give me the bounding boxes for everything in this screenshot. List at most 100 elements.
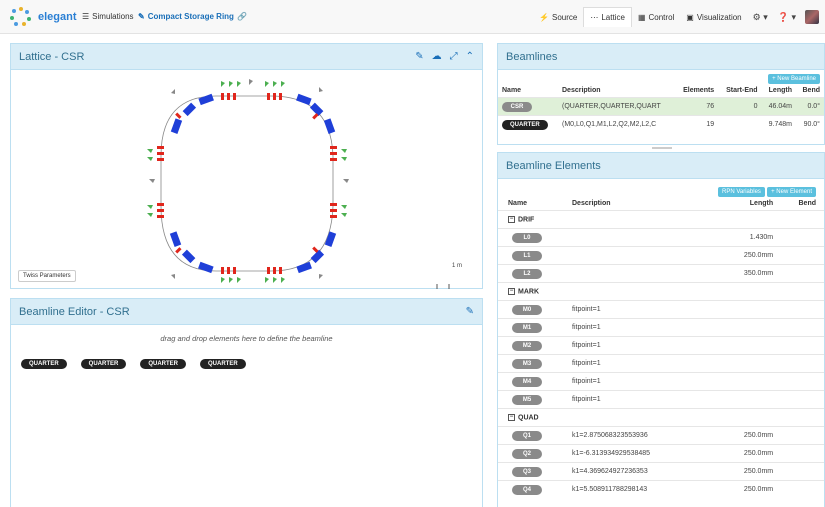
column-header[interactable]: Length bbox=[718, 197, 777, 211]
column-header[interactable]: Start-End bbox=[718, 84, 761, 98]
column-header[interactable]: Length bbox=[762, 84, 796, 98]
beamline-item[interactable]: QUARTER bbox=[21, 359, 67, 369]
element-name[interactable]: Q1 bbox=[512, 430, 542, 441]
quad bbox=[330, 152, 337, 155]
quad bbox=[175, 112, 182, 119]
tab-control[interactable]: ▦ Control bbox=[632, 7, 680, 27]
table-row[interactable]: M4 fitpoint=1 bbox=[498, 372, 824, 391]
beamline-editor-header: Beamline Editor - CSR ✎ bbox=[11, 299, 482, 325]
tab-source[interactable]: ⚡ Source bbox=[533, 7, 583, 27]
new-element-button[interactable]: + New Element bbox=[767, 187, 816, 197]
table-row[interactable]: M2 fitpoint=1 bbox=[498, 336, 824, 355]
marker bbox=[147, 205, 153, 209]
table-row[interactable]: L2 350.0mm bbox=[498, 264, 824, 283]
table-row[interactable]: L0 1.430m bbox=[498, 228, 824, 247]
column-header[interactable]: Name bbox=[498, 84, 558, 98]
marker bbox=[341, 157, 347, 161]
quad bbox=[273, 93, 276, 100]
quad bbox=[330, 215, 337, 218]
element-name[interactable]: L2 bbox=[512, 268, 542, 279]
cloud-download-icon[interactable]: ☁ bbox=[432, 51, 442, 62]
element-name[interactable]: L0 bbox=[512, 232, 542, 243]
column-header[interactable]: Bend bbox=[777, 197, 824, 211]
tab-label: Source bbox=[552, 12, 578, 22]
element-group-type: MARK bbox=[518, 288, 539, 296]
quad bbox=[157, 203, 164, 206]
table-row[interactable]: M0 fitpoint=1 bbox=[498, 300, 824, 319]
element-group-row[interactable]: − DRIF bbox=[498, 210, 824, 229]
collapse-icon[interactable]: − bbox=[508, 215, 515, 223]
element-name[interactable]: M0 bbox=[512, 304, 542, 315]
element-name[interactable]: M5 bbox=[512, 394, 542, 405]
quad bbox=[330, 158, 337, 161]
element-group-row[interactable]: − MARK bbox=[498, 282, 824, 301]
element-bend bbox=[777, 480, 824, 499]
beamline-item[interactable]: QUARTER bbox=[200, 359, 246, 369]
table-row[interactable]: QUARTER (M0,L0,Q1,M1,L2,Q2,M2,L2,C 19 9.… bbox=[498, 115, 824, 134]
quad bbox=[157, 146, 164, 149]
element-name[interactable]: Q4 bbox=[512, 484, 542, 495]
table-row[interactable]: M5 fitpoint=1 bbox=[498, 390, 824, 409]
element-name[interactable]: M1 bbox=[512, 322, 542, 333]
picture-icon: ▣ bbox=[686, 12, 694, 22]
element-name[interactable]: M3 bbox=[512, 358, 542, 369]
tab-lattice[interactable]: ⋯ Lattice bbox=[583, 7, 632, 27]
table-row[interactable]: Q3 k1=4.369624927236353 250.0mm bbox=[498, 462, 824, 481]
element-bend bbox=[777, 228, 824, 247]
beamline-item[interactable]: QUARTER bbox=[140, 359, 187, 369]
quad bbox=[157, 215, 164, 218]
chevron-up-icon[interactable]: ⌃ bbox=[466, 51, 474, 62]
user-avatar[interactable] bbox=[805, 10, 819, 24]
marker bbox=[171, 89, 175, 94]
table-row[interactable]: CSR (QUARTER,QUARTER,QUART 76 0 46.04m 0… bbox=[498, 97, 824, 116]
settings-menu[interactable]: ⚙ ▾ bbox=[748, 12, 773, 23]
table-row[interactable]: L1 250.0mm bbox=[498, 246, 824, 265]
element-name[interactable]: Q2 bbox=[512, 448, 542, 459]
pencil-icon[interactable]: ✎ bbox=[415, 51, 423, 62]
column-header[interactable]: Elements bbox=[675, 84, 718, 98]
simulations-link[interactable]: ☰ Simulations bbox=[82, 12, 134, 21]
table-row[interactable]: Q1 k1=2.875068323553936 250.0mm bbox=[498, 426, 824, 445]
pencil-icon[interactable]: ✎ bbox=[466, 306, 474, 317]
tab-visualization[interactable]: ▣ Visualization bbox=[680, 7, 747, 27]
column-header[interactable]: Description bbox=[558, 84, 675, 98]
beamline-item-list[interactable]: QUARTER QUARTER QUARTER QUARTER bbox=[21, 359, 246, 369]
element-name[interactable]: M4 bbox=[512, 376, 542, 387]
element-name[interactable]: L1 bbox=[512, 250, 542, 261]
element-length bbox=[718, 300, 778, 319]
brand[interactable]: elegant bbox=[10, 7, 77, 27]
beamline-elements-panel: Beamline Elements RPN Variables + New El… bbox=[497, 152, 825, 507]
element-name[interactable]: M2 bbox=[512, 340, 542, 351]
table-row[interactable]: Q4 k1=5.508911788298143 250.0mm bbox=[498, 480, 824, 499]
column-header[interactable]: Bend bbox=[796, 84, 824, 98]
column-header[interactable]: Name bbox=[498, 197, 568, 211]
beamline-name[interactable]: CSR bbox=[502, 101, 532, 112]
collapse-icon[interactable]: − bbox=[508, 287, 515, 295]
element-group-row[interactable]: − QUAD bbox=[498, 408, 824, 427]
beamline-item[interactable]: QUARTER bbox=[80, 359, 127, 369]
table-row[interactable]: M3 fitpoint=1 bbox=[498, 354, 824, 373]
new-beamline-button[interactable]: + New Beamline bbox=[768, 74, 820, 84]
beamline-length: 46.04m bbox=[761, 97, 796, 116]
expand-icon[interactable]: ⤢ bbox=[450, 51, 458, 62]
quadrupoles bbox=[157, 93, 337, 274]
help-menu[interactable]: ❓ ▾ bbox=[773, 12, 801, 23]
table-row[interactable]: M1 fitpoint=1 bbox=[498, 318, 824, 337]
app-name: elegant bbox=[38, 11, 77, 23]
column-header[interactable]: Description bbox=[568, 197, 718, 211]
resize-handle[interactable] bbox=[652, 147, 672, 149]
simulation-name-link[interactable]: ✎ Compact Storage Ring 🔗 bbox=[138, 12, 247, 21]
twiss-parameters-button[interactable]: Twiss Parameters bbox=[18, 270, 76, 282]
collapse-icon[interactable]: − bbox=[508, 413, 515, 421]
table-row[interactable]: Q2 k1=-6.313934929538485 250.0mm bbox=[498, 444, 824, 463]
quad bbox=[279, 267, 282, 274]
beamline-bend: 90.0° bbox=[795, 115, 824, 134]
rpn-variables-button[interactable]: RPN Variables bbox=[718, 187, 765, 197]
element-length bbox=[718, 318, 778, 337]
element-name[interactable]: Q3 bbox=[512, 466, 542, 477]
link-icon: 🔗 bbox=[236, 12, 247, 21]
quad bbox=[330, 146, 337, 149]
top-navbar: elegant ☰ Simulations ✎ Compact Storage … bbox=[0, 0, 825, 34]
element-length bbox=[718, 336, 778, 355]
beamline-name[interactable]: QUARTER bbox=[502, 119, 548, 130]
